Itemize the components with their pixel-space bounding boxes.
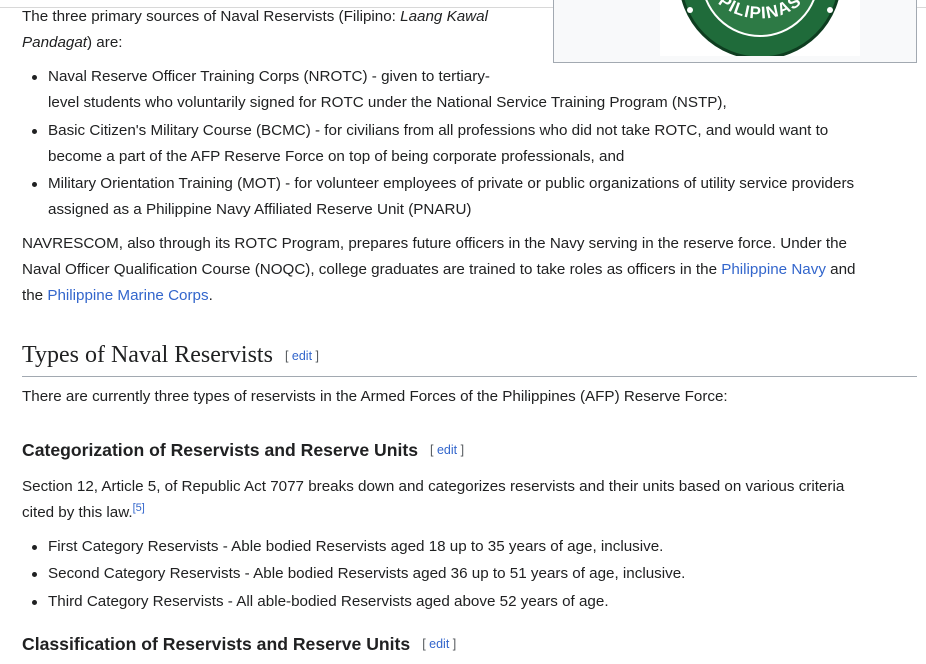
- intro-text: The three primary sources of Naval Reser…: [22, 8, 401, 25]
- list-item: Basic Citizen's Military Course (BCMC) -…: [48, 122, 829, 139]
- section-heading-types: Types of Naval Reservists [ edit ]: [22, 338, 917, 377]
- philippine-marine-corps-link[interactable]: Philippine Marine Corps: [47, 287, 208, 304]
- list-bullet: [32, 600, 37, 605]
- edit-section: [ edit ]: [284, 349, 319, 363]
- categorization-line-2: cited by this law.[5]: [22, 502, 145, 522]
- categorization-line-1: Section 12, Article 5, of Republic Act 7…: [22, 478, 845, 495]
- list-item-cont: become a part of the AFP Reserve Force o…: [48, 148, 625, 165]
- intro-italic-term-2: Pandagat: [22, 34, 88, 51]
- edit-section: [ edit ]: [422, 637, 457, 651]
- navrescom-line-1: NAVRESCOM, also through its ROTC Program…: [22, 235, 847, 252]
- intro-italic-term: Laang Kawal: [400, 8, 488, 25]
- navrescom-line-3: the Philippine Marine Corps.: [22, 287, 213, 304]
- list-item: Military Orientation Training (MOT) - fo…: [48, 175, 855, 192]
- subsection-title: Classification of Reservists and Reserve…: [22, 634, 411, 654]
- types-body: There are currently three types of reser…: [22, 388, 728, 405]
- reference-link[interactable]: [5]: [133, 502, 145, 514]
- list-bullet: [32, 545, 37, 550]
- list-item: Naval Reserve Officer Training Corps (NR…: [48, 68, 490, 85]
- seal-image: PILIPINAS: [660, 0, 860, 56]
- list-item-cont: assigned as a Philippine Navy Affiliated…: [48, 201, 472, 218]
- philippine-navy-link[interactable]: Philippine Navy: [721, 261, 826, 278]
- section-title: Types of Naval Reservists: [22, 342, 273, 368]
- list-bullet: [32, 129, 37, 134]
- list-item: First Category Reservists - Able bodied …: [48, 538, 664, 555]
- section-heading-categorization: Categorization of Reservists and Reserve…: [22, 437, 464, 463]
- navy-seal-icon: PILIPINAS: [681, 0, 839, 56]
- list-item: Third Category Reservists - All able-bod…: [48, 593, 609, 610]
- subsection-title: Categorization of Reservists and Reserve…: [22, 440, 418, 460]
- section-heading-classification: Classification of Reservists and Reserve…: [22, 631, 456, 657]
- edit-section: [ edit ]: [429, 443, 465, 457]
- edit-link[interactable]: edit: [437, 443, 457, 457]
- intro-suffix: ) are:: [87, 34, 123, 51]
- list-item-cont: level students who voluntarily signed fo…: [48, 94, 727, 111]
- list-bullet: [32, 572, 37, 577]
- edit-link[interactable]: edit: [292, 349, 312, 363]
- intro-line-2: Pandagat) are:: [22, 30, 122, 56]
- list-bullet: [32, 75, 37, 80]
- infobox: PILIPINAS: [553, 0, 917, 63]
- edit-link[interactable]: edit: [429, 637, 449, 651]
- navrescom-line-2: Naval Officer Qualification Course (NOQC…: [22, 261, 856, 278]
- list-item: Second Category Reservists - Able bodied…: [48, 565, 686, 582]
- list-bullet: [32, 182, 37, 187]
- intro-line-1: The three primary sources of Naval Reser…: [22, 4, 488, 30]
